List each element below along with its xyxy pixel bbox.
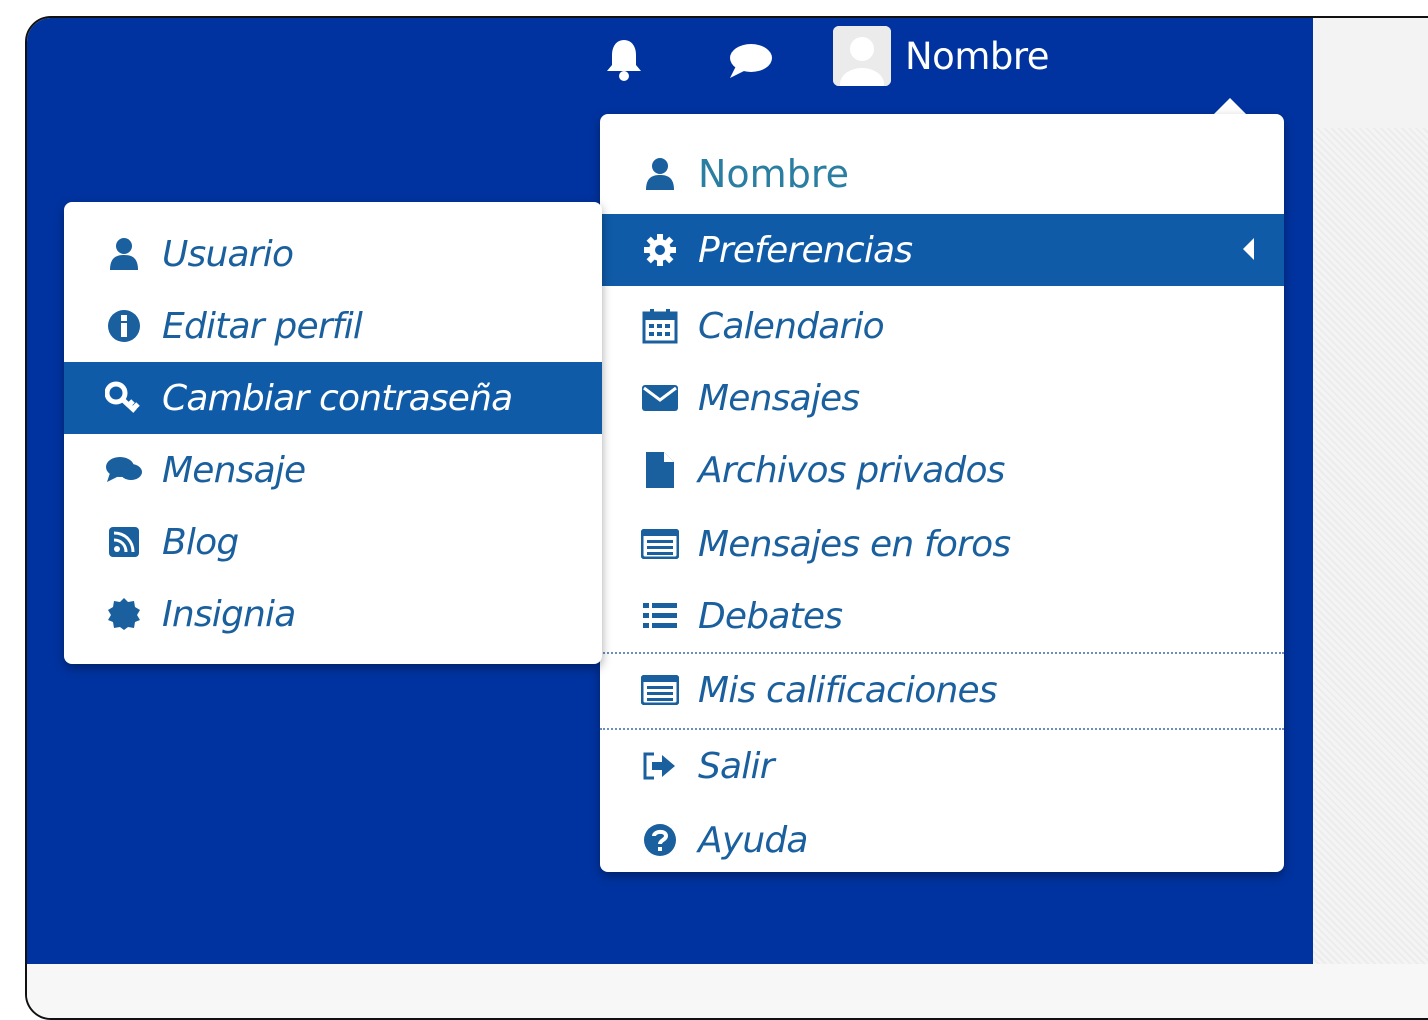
menu-item-ayuda[interactable]: Ayuda [600, 804, 1284, 876]
submenu-item-cambiar-contrasena[interactable]: Cambiar contraseña [64, 362, 602, 434]
menu-item-calendario[interactable]: Calendario [600, 290, 1284, 362]
user-menu-toggle[interactable]: Nombre [833, 24, 1050, 88]
submenu-item-label: Blog [162, 521, 239, 563]
question-icon [640, 820, 680, 860]
user-dropdown-menu: Nombre Preferencias Calendario Mensajes … [600, 114, 1284, 872]
page-content [1313, 128, 1428, 964]
submenu-item-usuario[interactable]: Usuario [64, 218, 602, 290]
list-alt-icon [640, 524, 680, 564]
menu-item-mensajes[interactable]: Mensajes [600, 362, 1284, 434]
list-icon [640, 596, 680, 636]
comments-icon [104, 450, 144, 490]
rss-icon [104, 522, 144, 562]
badge-icon [104, 594, 144, 634]
menu-item-label: Debates [698, 595, 843, 637]
chevron-left-icon [1243, 238, 1254, 260]
list-alt-icon [640, 670, 680, 710]
submenu-item-label: Usuario [162, 233, 294, 275]
notifications-button[interactable] [602, 38, 646, 82]
menu-item-archivos-privados[interactable]: Archivos privados [600, 434, 1284, 506]
menu-item-label: Preferencias [698, 229, 913, 271]
menu-item-profile[interactable]: Nombre [600, 138, 1284, 210]
menu-item-mis-calificaciones[interactable]: Mis calificaciones [600, 654, 1284, 726]
preferences-submenu: Usuario Editar perfil Cambiar contraseña [64, 202, 602, 664]
menu-item-label: Archivos privados [698, 449, 1005, 491]
menu-item-label: Mensajes en foros [698, 523, 1011, 565]
chat-icon [726, 40, 774, 80]
menu-caret [1213, 98, 1247, 115]
submenu-item-label: Editar perfil [162, 305, 363, 347]
user-icon [104, 234, 144, 274]
menu-item-salir[interactable]: Salir [600, 730, 1284, 802]
submenu-item-blog[interactable]: Blog [64, 506, 602, 578]
menu-item-label: Mis calificaciones [698, 669, 998, 711]
envelope-icon [640, 378, 680, 418]
key-icon [104, 378, 144, 418]
menu-item-preferencias[interactable]: Preferencias [600, 214, 1284, 286]
avatar [833, 26, 891, 86]
sign-out-icon [640, 746, 680, 786]
user-icon [640, 154, 680, 194]
menu-item-label: Mensajes [698, 377, 860, 419]
submenu-item-label: Mensaje [162, 449, 306, 491]
menu-item-label: Ayuda [698, 819, 808, 861]
file-icon [640, 450, 680, 490]
submenu-item-label: Insignia [162, 593, 296, 635]
bell-icon [604, 38, 644, 82]
submenu-item-mensaje[interactable]: Mensaje [64, 434, 602, 506]
menu-item-label: Calendario [698, 305, 885, 347]
messages-button[interactable] [728, 38, 772, 82]
submenu-item-insignia[interactable]: Insignia [64, 578, 602, 650]
gear-icon [640, 230, 680, 270]
menu-item-mensajes-en-foros[interactable]: Mensajes en foros [600, 508, 1284, 580]
calendar-icon [640, 306, 680, 346]
submenu-item-label: Cambiar contraseña [162, 377, 513, 419]
submenu-item-editar-perfil[interactable]: Editar perfil [64, 290, 602, 362]
menu-item-debates[interactable]: Debates [600, 580, 1284, 652]
footer-strip [27, 964, 1428, 1018]
menu-item-label: Salir [698, 745, 775, 787]
menu-item-label: Nombre [698, 152, 849, 196]
user-name: Nombre [905, 34, 1050, 78]
info-icon [104, 306, 144, 346]
